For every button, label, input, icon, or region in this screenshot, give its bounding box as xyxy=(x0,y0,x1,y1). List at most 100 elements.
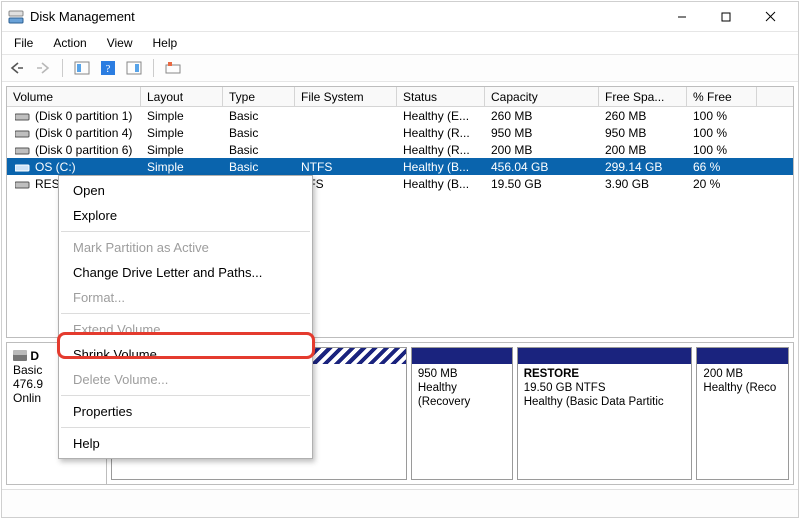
disk-name: D xyxy=(30,349,39,363)
cell-type: Basic xyxy=(223,160,295,174)
cell-status: Healthy (R... xyxy=(397,143,485,157)
column-volume[interactable]: Volume xyxy=(7,87,141,106)
toolbar-sep xyxy=(62,59,63,77)
table-row[interactable]: (Disk 0 partition 4) SimpleBasic Healthy (… xyxy=(7,124,793,141)
table-row[interactable]: OS (C:) SimpleBasicNTFSHealthy (B...456.0… xyxy=(7,158,793,175)
cell-capacity: 19.50 GB xyxy=(485,177,599,191)
cell-status: Healthy (E... xyxy=(397,109,485,123)
column-filesystem[interactable]: File System xyxy=(295,87,397,106)
cell-pct: 100 % xyxy=(687,109,757,123)
svg-text:?: ? xyxy=(106,63,111,75)
volume-icon xyxy=(13,128,33,138)
cell-layout: Simple xyxy=(141,126,223,140)
context-menu-item: Format... xyxy=(59,285,312,310)
titlebar: Disk Management xyxy=(2,2,798,32)
cell-volume: OS (C:) xyxy=(35,160,76,174)
maximize-button[interactable] xyxy=(704,3,748,31)
disk-size: 476.9 xyxy=(13,377,43,391)
legend-bar: Primary xyxy=(2,489,798,517)
cell-type: Basic xyxy=(223,143,295,157)
cell-free: 260 MB xyxy=(599,109,687,123)
toolbar-sep xyxy=(153,59,154,77)
cell-pct: 100 % xyxy=(687,143,757,157)
cell-capacity: 200 MB xyxy=(485,143,599,157)
cell-volume: (Disk 0 partition 4) xyxy=(35,126,132,140)
context-menu-item: Extend Volume... xyxy=(59,317,312,342)
table-header: Volume Layout Type File System Status Ca… xyxy=(7,87,793,107)
column-pctfree[interactable]: % Free xyxy=(687,87,757,106)
column-capacity[interactable]: Capacity xyxy=(485,87,599,106)
partition-block[interactable]: RESTORE19.50 GB NTFSHealthy (Basic Data … xyxy=(517,347,693,480)
cell-volume: (Disk 0 partition 1) xyxy=(35,109,132,123)
window-title: Disk Management xyxy=(30,9,660,24)
cell-capacity: 950 MB xyxy=(485,126,599,140)
menu-view[interactable]: View xyxy=(97,34,143,52)
minimize-button[interactable] xyxy=(660,3,704,31)
cell-pct: 66 % xyxy=(687,160,757,174)
partition-info: 950 MBHealthy (Recovery xyxy=(412,364,512,479)
cell-layout: Simple xyxy=(141,143,223,157)
partition-info: RESTORE19.50 GB NTFSHealthy (Basic Data … xyxy=(518,364,692,479)
column-freespace[interactable]: Free Spa... xyxy=(599,87,687,106)
cell-status: Healthy (R... xyxy=(397,126,485,140)
partition-header xyxy=(412,348,512,364)
menubar: File Action View Help xyxy=(2,32,798,54)
close-button[interactable] xyxy=(748,3,792,31)
table-row[interactable]: (Disk 0 partition 1) SimpleBasic Healthy (… xyxy=(7,107,793,124)
cell-type: Basic xyxy=(223,126,295,140)
column-spacer xyxy=(757,87,793,106)
cell-free: 950 MB xyxy=(599,126,687,140)
cell-free: 200 MB xyxy=(599,143,687,157)
cell-layout: Simple xyxy=(141,160,223,174)
context-menu-item[interactable]: Help xyxy=(59,431,312,456)
cell-free: 3.90 GB xyxy=(599,177,687,191)
cell-fs: NTFS xyxy=(295,160,397,174)
partition-header xyxy=(518,348,692,364)
partition-info: 200 MBHealthy (Reco xyxy=(697,364,788,479)
toolbar-button-2[interactable] xyxy=(123,57,145,79)
toolbar: ? xyxy=(2,54,798,82)
cell-capacity: 456.04 GB xyxy=(485,160,599,174)
cell-layout: Simple xyxy=(141,109,223,123)
cell-pct: 100 % xyxy=(687,126,757,140)
nav-forward-icon[interactable] xyxy=(32,57,54,79)
context-menu-separator xyxy=(61,231,310,232)
column-status[interactable]: Status xyxy=(397,87,485,106)
context-menu-item: Mark Partition as Active xyxy=(59,235,312,260)
context-menu-item[interactable]: Explore xyxy=(59,203,312,228)
partition-block[interactable]: 200 MBHealthy (Reco xyxy=(696,347,789,480)
disk-status: Onlin xyxy=(13,391,41,405)
toolbar-button-1[interactable] xyxy=(71,57,93,79)
context-menu-item: Delete Volume... xyxy=(59,367,312,392)
help-icon[interactable]: ? xyxy=(97,57,119,79)
toolbar-button-3[interactable] xyxy=(162,57,184,79)
context-menu-item[interactable]: Open xyxy=(59,178,312,203)
cell-status: Healthy (B... xyxy=(397,177,485,191)
disk-icon xyxy=(13,349,30,363)
context-menu-item[interactable]: Change Drive Letter and Paths... xyxy=(59,260,312,285)
partition-block[interactable]: 950 MBHealthy (Recovery xyxy=(411,347,513,480)
volume-icon xyxy=(13,145,33,155)
context-menu-separator xyxy=(61,395,310,396)
table-row[interactable]: (Disk 0 partition 6)SimpleBasicHealthy (… xyxy=(7,141,793,158)
cell-capacity: 260 MB xyxy=(485,109,599,123)
cell-status: Healthy (B... xyxy=(397,160,485,174)
cell-volume: RES xyxy=(35,177,60,191)
volume-icon xyxy=(13,111,33,121)
context-menu-item[interactable]: Shrink Volume... xyxy=(59,342,312,367)
context-menu-item[interactable]: Properties xyxy=(59,399,312,424)
context-menu: OpenExplore Mark Partition as ActiveChang… xyxy=(58,175,313,459)
disk-type: Basic xyxy=(13,363,42,377)
column-type[interactable]: Type xyxy=(223,87,295,106)
cell-pct: 20 % xyxy=(687,177,757,191)
context-menu-separator xyxy=(61,427,310,428)
column-layout[interactable]: Layout xyxy=(141,87,223,106)
nav-back-icon[interactable] xyxy=(6,57,28,79)
menu-action[interactable]: Action xyxy=(43,34,96,52)
partition-header xyxy=(697,348,788,364)
volume-icon xyxy=(13,162,33,172)
menu-file[interactable]: File xyxy=(4,34,43,52)
cell-type: Basic xyxy=(223,109,295,123)
menu-help[interactable]: Help xyxy=(143,34,188,52)
context-menu-separator xyxy=(61,313,310,314)
